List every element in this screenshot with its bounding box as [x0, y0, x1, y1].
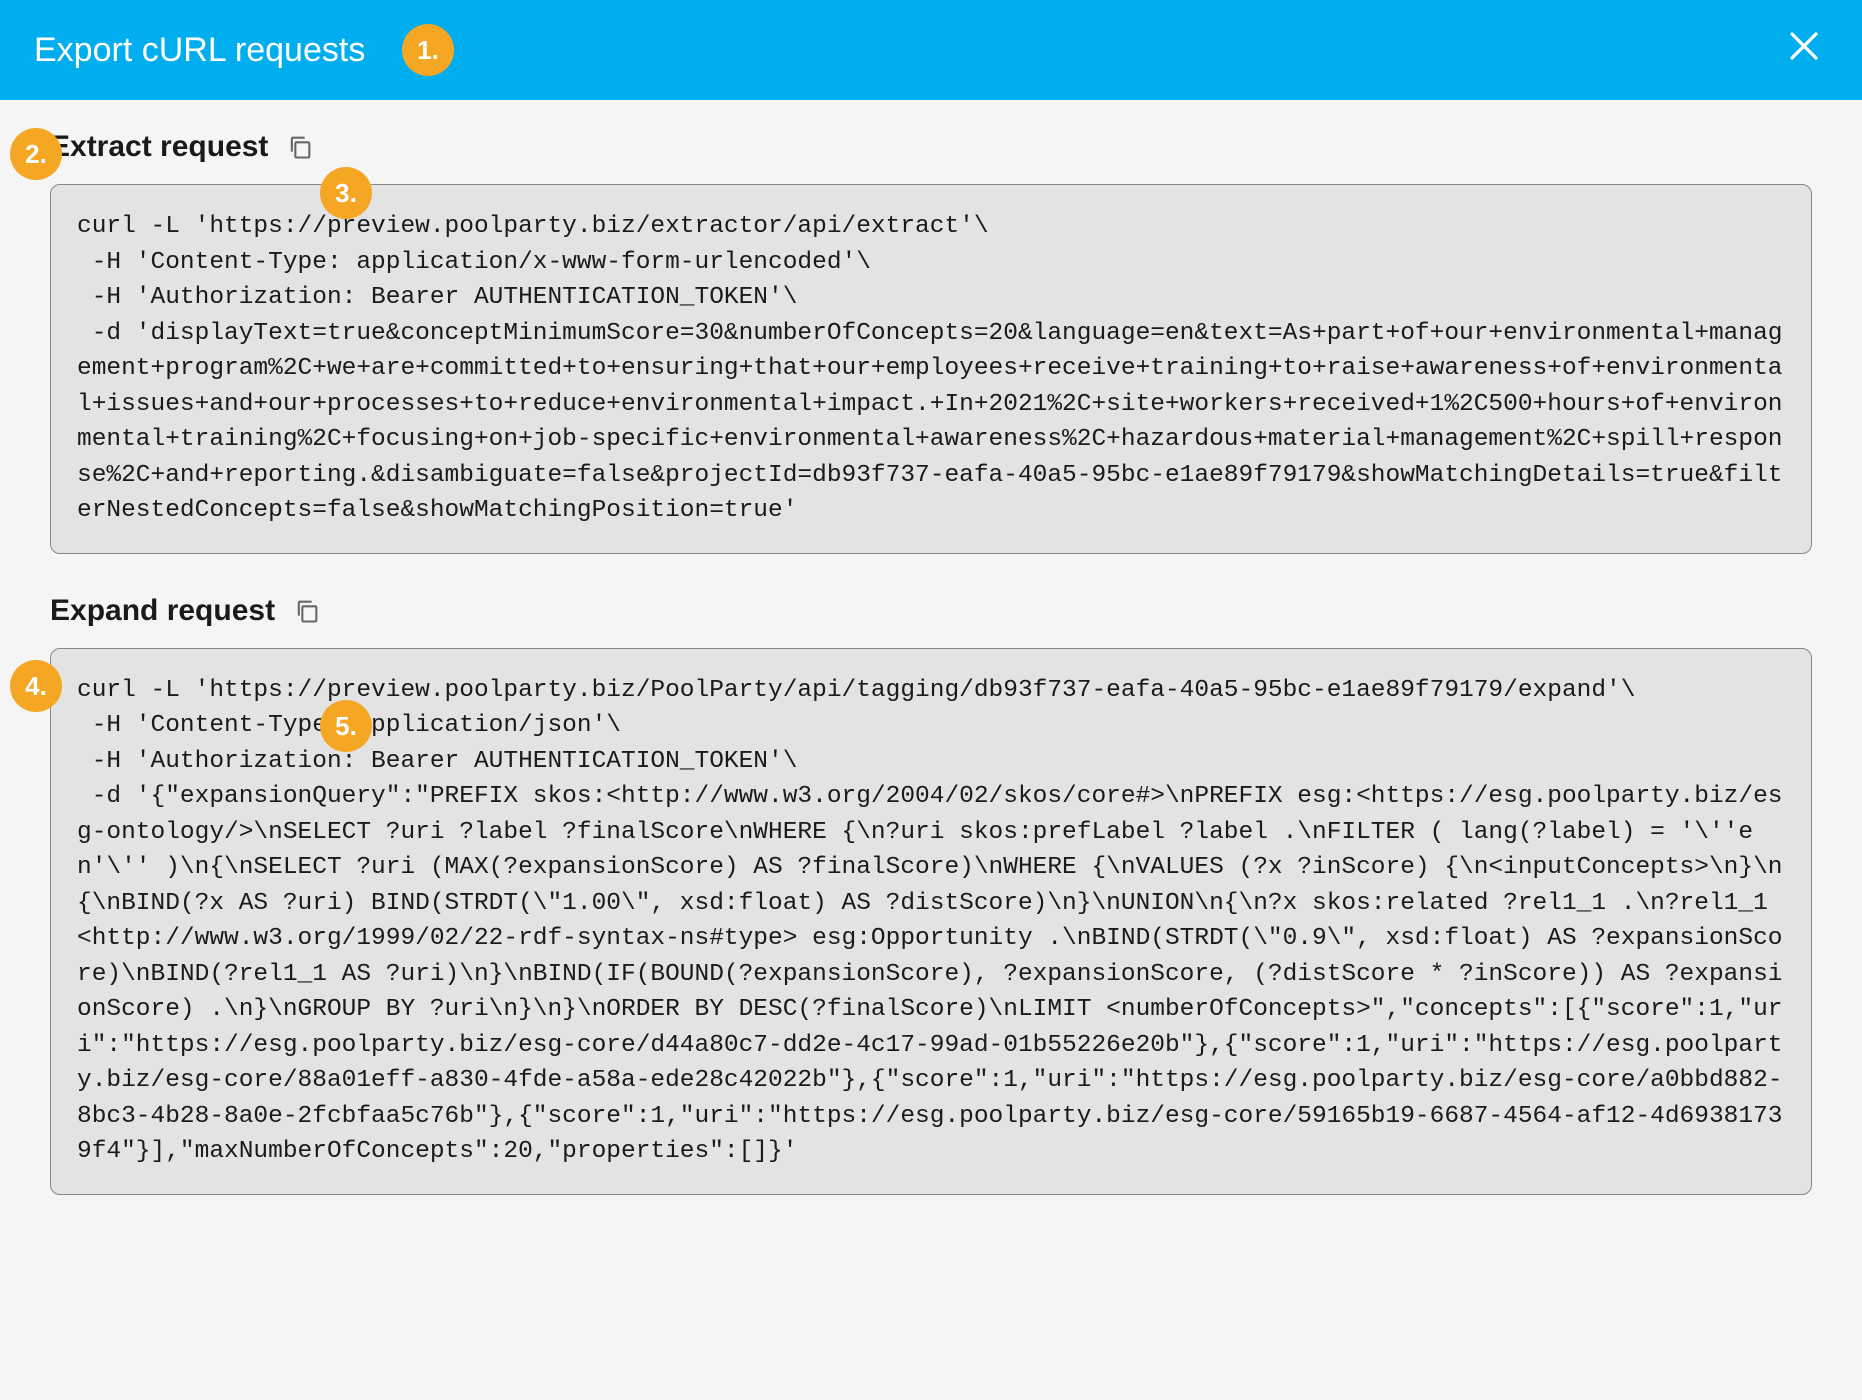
export-curl-dialog: Export cURL requests 1. 2. 3. 4. 5. Extr… [0, 0, 1862, 1400]
expand-request-code[interactable]: curl -L 'https://preview.poolparty.biz/P… [50, 648, 1812, 1195]
section-header: Expand request [50, 594, 1812, 628]
annotation-badge-2: 2. [10, 128, 62, 180]
extract-request-section: Extract request curl -L 'https://preview… [50, 130, 1812, 554]
expand-request-title: Expand request [50, 594, 275, 628]
copy-icon[interactable] [286, 133, 314, 161]
expand-request-section: Expand request curl -L 'https://preview.… [50, 594, 1812, 1195]
section-header: Extract request [50, 130, 1812, 164]
annotation-badge-4: 4. [10, 660, 62, 712]
dialog-header: Export cURL requests [0, 0, 1862, 100]
dialog-title: Export cURL requests [34, 31, 365, 70]
copy-icon[interactable] [293, 597, 321, 625]
extract-request-code[interactable]: curl -L 'https://preview.poolparty.biz/e… [50, 184, 1812, 554]
dialog-content: Extract request curl -L 'https://preview… [0, 100, 1862, 1265]
annotation-badge-1: 1. [402, 24, 454, 76]
close-icon[interactable] [1786, 28, 1822, 72]
extract-request-title: Extract request [50, 130, 268, 164]
annotation-badge-5: 5. [320, 700, 372, 752]
annotation-badge-3: 3. [320, 167, 372, 219]
